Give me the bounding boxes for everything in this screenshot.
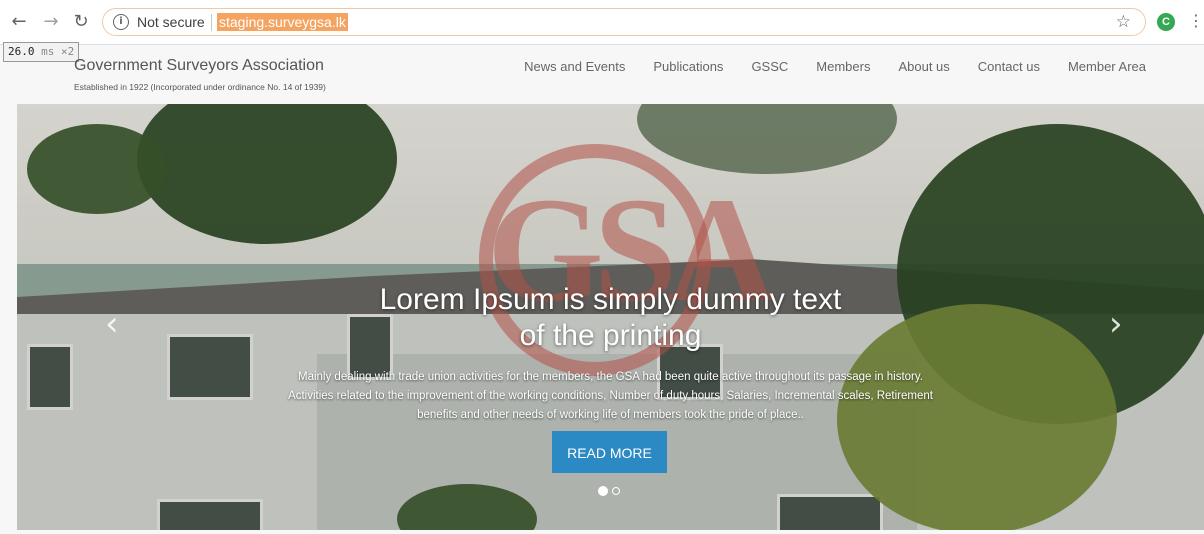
site-title[interactable]: Government Surveyors Association [74, 57, 324, 75]
carousel-dot-2[interactable] [612, 487, 620, 495]
hero-headline: Lorem Ipsum is simply dummy text of the … [117, 282, 1104, 354]
hero-carousel: GSA ‹ › Lorem Ipsum is simply dummy text… [17, 104, 1204, 530]
star-icon[interactable]: ☆ [1116, 12, 1131, 32]
site-subtitle: Established in 1922 (Incorporated under … [74, 82, 326, 92]
nav-members[interactable]: Members [816, 59, 870, 74]
main-nav: News and Events Publications GSSC Member… [496, 59, 1146, 74]
hero-body: Mainly dealing with trade union activiti… [237, 368, 984, 425]
url-text[interactable]: staging.surveygsa.lk [217, 13, 348, 31]
nav-about-us[interactable]: About us [898, 59, 949, 74]
security-label[interactable]: Not secure [137, 14, 205, 30]
perf-unit: ms [41, 45, 55, 58]
nav-news-and-events[interactable]: News and Events [524, 59, 625, 74]
carousel-dot-1[interactable] [598, 486, 608, 496]
hero-headline-line2: of the printing [519, 319, 702, 352]
perf-badge: 26.0 ms ×2 [3, 42, 80, 62]
chevron-right-icon[interactable]: › [1109, 304, 1123, 344]
hero-body-line2: Activities related to the improvement of… [288, 390, 933, 402]
address-separator [211, 14, 212, 31]
profile-avatar[interactable]: C [1157, 13, 1175, 31]
hero-body-line1: Mainly dealing with trade union activiti… [298, 371, 923, 383]
hero-body-line3: benefits and other needs of working life… [417, 409, 804, 421]
hero-headline-line1: Lorem Ipsum is simply dummy text [379, 283, 842, 316]
nav-contact-us[interactable]: Contact us [978, 59, 1040, 74]
browser-toolbar: ← → ↻ i Not secure staging.surveygsa.lk … [0, 0, 1204, 45]
nav-member-area[interactable]: Member Area [1068, 59, 1146, 74]
address-bar[interactable]: i Not secure staging.surveygsa.lk ☆ [102, 8, 1146, 36]
forward-icon[interactable]: → [40, 10, 62, 32]
nav-gssc[interactable]: GSSC [751, 59, 788, 74]
nav-publications[interactable]: Publications [653, 59, 723, 74]
back-icon[interactable]: ← [8, 10, 30, 32]
read-more-button[interactable]: READ MORE [552, 431, 667, 473]
reload-icon[interactable]: ↻ [70, 10, 92, 32]
info-icon[interactable]: i [113, 14, 129, 30]
perf-multiplier: ×2 [61, 45, 75, 58]
carousel-indicators [598, 486, 620, 496]
perf-time: 26.0 [8, 45, 35, 58]
kebab-menu-icon[interactable]: ⋮ [1188, 11, 1204, 30]
